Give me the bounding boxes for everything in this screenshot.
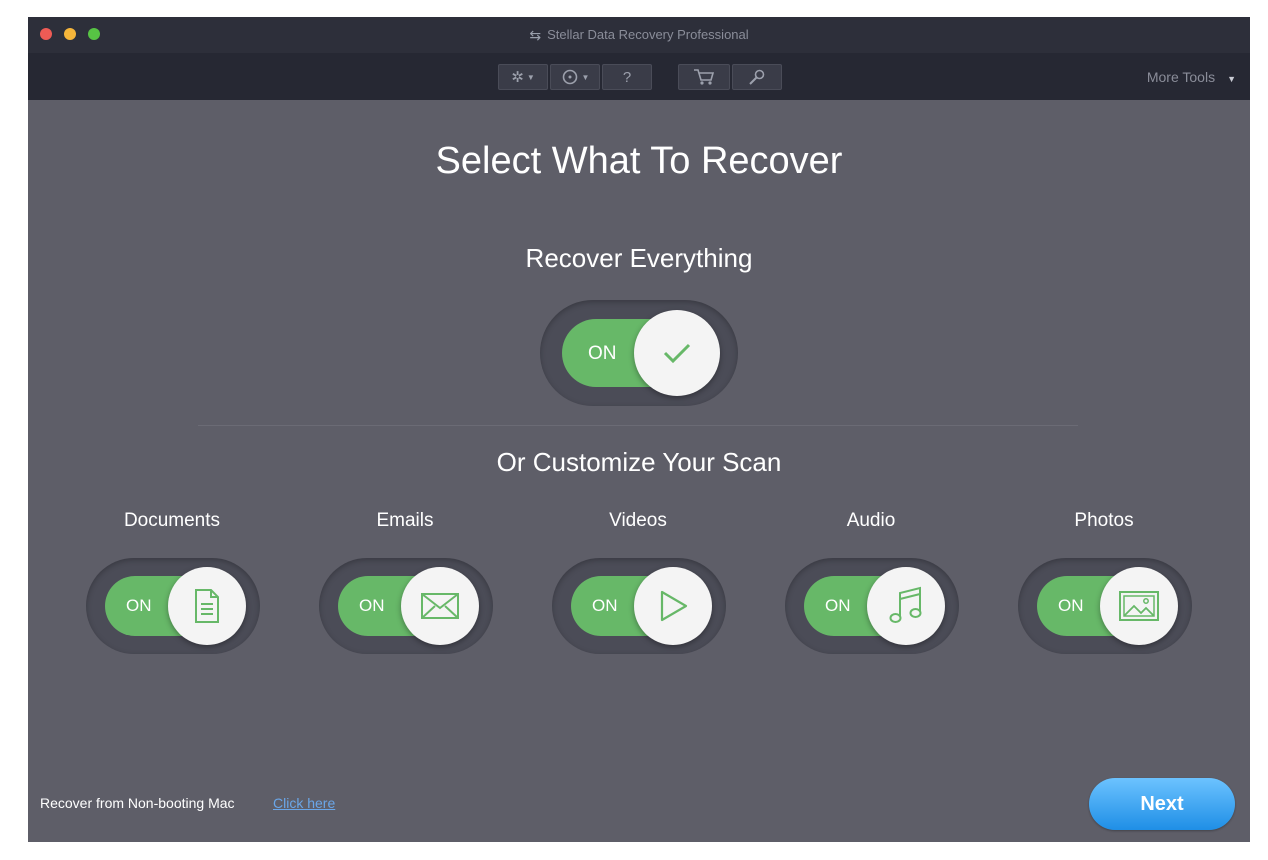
toggle-on-label: ON (592, 596, 618, 615)
documents-label: Documents (123, 510, 221, 531)
help-button[interactable]: ? (602, 64, 652, 90)
history-button[interactable]: ▼ (550, 64, 600, 90)
toggle-knob (168, 567, 246, 645)
checkmark-icon (663, 343, 691, 364)
audio-toggle[interactable]: ON (785, 558, 959, 654)
music-note-icon (889, 586, 922, 623)
toggle-knob (401, 567, 479, 645)
documents-toggle[interactable]: ON (86, 558, 260, 654)
recover-everything-toggle[interactable]: ON (540, 300, 738, 406)
window-title: ⇆ Stellar Data Recovery Professional (529, 27, 749, 43)
page-title: Select What To Recover (435, 140, 843, 182)
photos-label: Photos (1074, 510, 1134, 531)
more-tools-menu[interactable]: More Tools ▼ (1147, 69, 1236, 85)
toggle-knob (634, 567, 712, 645)
help-icon: ? (622, 68, 632, 86)
next-button[interactable]: Next (1089, 778, 1235, 830)
buy-button[interactable] (678, 64, 730, 90)
emails-toggle[interactable]: ON (319, 558, 493, 654)
toggle-knob (1100, 567, 1178, 645)
photo-icon (1119, 591, 1159, 621)
wrench-icon (749, 69, 765, 85)
toggle-on-label: ON (588, 343, 617, 364)
settings-button[interactable]: ✲ ▼ (498, 64, 548, 90)
photos-toggle[interactable]: ON (1018, 558, 1192, 654)
toggle-on-label: ON (359, 596, 385, 615)
activate-button[interactable] (732, 64, 782, 90)
divider (198, 425, 1078, 426)
customize-scan-heading: Or Customize Your Scan (496, 447, 782, 477)
chevron-down-icon: ▼ (581, 72, 590, 82)
title-bar: ⇆ Stellar Data Recovery Professional (28, 17, 1250, 54)
videos-label: Videos (609, 510, 667, 531)
app-window: ⇆ Stellar Data Recovery Professional ✲ ▼ ▼… (28, 17, 1250, 842)
toolbar: ✲ ▼ ▼ ? More Tools ▼ (28, 53, 1250, 100)
email-icon (421, 593, 459, 619)
document-icon (195, 589, 219, 623)
gear-icon: ✲ (511, 69, 524, 86)
toggle-on-label: ON (825, 596, 851, 615)
non-booting-mac-text: Recover from Non-booting Mac (40, 795, 235, 811)
chevron-down-icon: ▼ (526, 72, 535, 82)
recover-everything-label: Recover Everything (525, 243, 753, 273)
audio-label: Audio (846, 510, 896, 531)
click-here-link[interactable]: Click here (273, 795, 335, 811)
toggle-on-label: ON (126, 596, 152, 615)
videos-toggle[interactable]: ON (552, 558, 726, 654)
toggle-knob (867, 567, 945, 645)
app-logo-icon: ⇆ (529, 27, 542, 43)
history-icon (562, 69, 577, 85)
emails-label: Emails (376, 510, 434, 531)
video-play-icon (660, 590, 688, 622)
chevron-down-icon: ▼ (1227, 74, 1236, 84)
toggle-on-label: ON (1058, 596, 1084, 615)
toggle-knob (634, 310, 720, 396)
cart-icon (694, 69, 715, 85)
